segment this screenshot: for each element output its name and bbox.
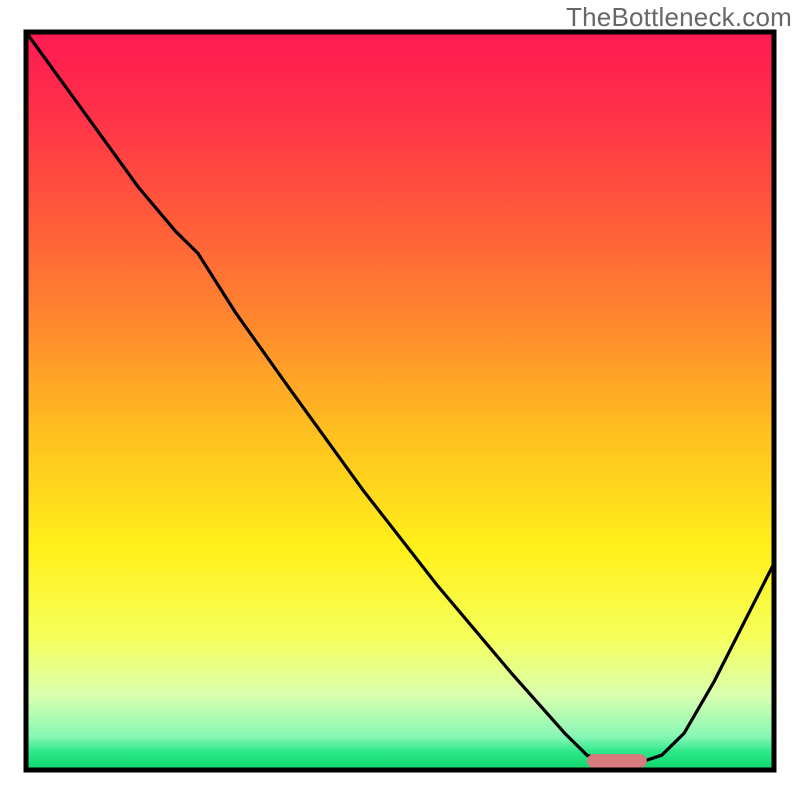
chart-svg: [0, 0, 800, 800]
bottleneck-chart: TheBottleneck.com: [0, 0, 800, 800]
chart-background: [26, 32, 774, 770]
optimal-marker: [587, 754, 647, 768]
watermark-text: TheBottleneck.com: [566, 2, 792, 33]
